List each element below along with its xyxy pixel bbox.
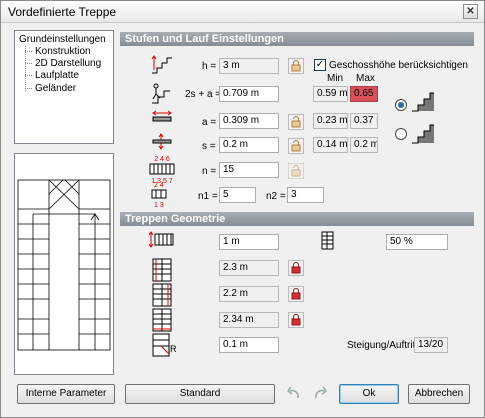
n1-field[interactable]: 5	[219, 187, 256, 203]
redo-icon[interactable]	[312, 386, 330, 402]
intern-params-button[interactable]: Interne Parameter	[17, 384, 115, 404]
undo-icon[interactable]	[284, 386, 302, 402]
geschoss-label: Geschosshöhe berücksichtigen	[329, 60, 468, 71]
partial-count-icon-top: 2 4	[154, 182, 164, 189]
a-lock-button[interactable]	[288, 114, 304, 130]
formula-label: 2s + a =	[185, 89, 222, 100]
close-button[interactable]: ✕	[463, 4, 478, 19]
s-lock-button[interactable]	[288, 138, 304, 154]
geschoss-checkbox[interactable]: ✓	[314, 59, 326, 71]
tree-connector	[25, 63, 32, 64]
window-title: Vordefinierte Treppe	[8, 5, 117, 19]
n-label: n =	[202, 166, 217, 177]
lock-icon	[291, 288, 301, 300]
stair-type-straight-icon	[412, 92, 434, 112]
tree-item-2d-darstellung[interactable]: 2D Darstellung	[35, 58, 101, 69]
a-max-field: 0.37 m	[350, 113, 378, 129]
ratio-field: 13/20	[414, 337, 448, 353]
step-count-icon: 2 4 6 1 3 5 7	[149, 156, 175, 185]
length-2-field: 2.2 m	[219, 286, 279, 302]
h-label: h =	[202, 61, 217, 72]
n1-label: n1 =	[198, 191, 218, 202]
length-3-lock-button[interactable]	[288, 312, 304, 328]
a-min-field: 0.23 m	[313, 113, 348, 129]
ratio-label: Steigung/Auftritt	[347, 340, 419, 351]
max-label: Max	[356, 73, 375, 84]
partial-count-icon: 2 4 1 3	[151, 182, 173, 209]
partial-count-icon-bottom: 1 3	[154, 202, 164, 209]
n2-label: n2 =	[266, 191, 286, 202]
section-stufen-header: Stufen und Lauf Einstellungen	[120, 32, 474, 46]
min-label: Min	[327, 73, 344, 84]
dialog-window: Vordefinierte Treppe ✕ Grundeinstellunge…	[0, 0, 485, 418]
formula-min-field: 0.59 m	[313, 86, 348, 102]
tree-connector	[25, 88, 32, 89]
tree-connector	[25, 51, 32, 52]
tree-connector	[25, 46, 26, 91]
length-1-field: 2.3 m	[219, 260, 279, 276]
run-length-2-icon	[152, 283, 172, 307]
stair-type-radio-landing[interactable]	[395, 128, 407, 140]
title-bar: Vordefinierte Treppe ✕	[1, 1, 484, 23]
unlock-icon	[291, 165, 301, 177]
tread-depth-icon	[152, 110, 172, 122]
step-count-icon-top: 2 4 6	[154, 156, 170, 163]
run-length-3-icon	[152, 308, 172, 332]
tree-item-grundeinstellungen[interactable]: Grundeinstellungen	[19, 34, 106, 45]
standard-button[interactable]: Standard	[125, 384, 275, 404]
stair-preview	[14, 153, 114, 375]
stair-width-icon	[149, 231, 174, 248]
percent-field[interactable]: 50 %	[386, 234, 448, 250]
run-length-1-icon	[152, 258, 172, 282]
s-label: s =	[202, 141, 216, 152]
h-lock-button[interactable]	[288, 58, 304, 74]
tree-item-laufplatte[interactable]: Laufplatte	[35, 70, 79, 81]
step-grid-small-icon	[151, 189, 167, 199]
radius-letter: R	[170, 344, 177, 354]
unlock-icon	[291, 140, 301, 152]
radius-field[interactable]: 0.1 m	[219, 337, 279, 353]
stair-height-icon	[151, 55, 172, 74]
lock-icon	[291, 60, 301, 72]
h-field[interactable]: 3 m	[219, 58, 279, 74]
s-max-field: 0.2 m	[350, 137, 378, 153]
tree-item-konstruktion[interactable]: Konstruktion	[35, 46, 91, 57]
lock-icon	[291, 262, 301, 274]
width-field[interactable]: 1 m	[219, 234, 279, 250]
tree-item-gelaender[interactable]: Geländer	[35, 83, 76, 94]
length-3-field: 2.34 m	[219, 312, 279, 328]
unlock-icon	[291, 116, 301, 128]
tree-connector	[25, 75, 32, 76]
n2-field[interactable]: 3	[287, 187, 324, 203]
section-geometrie-header: Treppen Geometrie	[120, 212, 474, 226]
ok-button[interactable]: Ok	[339, 384, 399, 404]
a-label: a =	[202, 117, 217, 128]
radius-icon: R	[151, 332, 179, 358]
lock-icon	[291, 314, 301, 326]
stair-plan-drawing	[17, 179, 111, 351]
s-min-field: 0.14 m	[313, 137, 348, 153]
length-2-lock-button[interactable]	[288, 286, 304, 302]
n-field[interactable]: 15	[219, 162, 279, 178]
n-lock-button[interactable]	[288, 163, 304, 179]
a-field[interactable]: 0.309 m	[219, 113, 279, 129]
stair-ratio-icon	[321, 231, 334, 250]
riser-height-icon	[152, 133, 172, 150]
length-1-lock-button[interactable]	[288, 260, 304, 276]
step-formula-icon	[152, 83, 170, 104]
step-grid-icon	[149, 163, 175, 175]
cancel-button[interactable]: Abbrechen	[408, 384, 470, 404]
settings-tree: Grundeinstellungen Konstruktion 2D Darst…	[14, 30, 114, 144]
formula-field[interactable]: 0.709 m	[219, 86, 279, 102]
s-field[interactable]: 0.2 m	[219, 137, 279, 153]
stair-type-landing-icon	[412, 124, 434, 144]
stair-type-radio-straight[interactable]	[395, 99, 407, 111]
formula-max-field: 0.65 m	[350, 86, 378, 102]
